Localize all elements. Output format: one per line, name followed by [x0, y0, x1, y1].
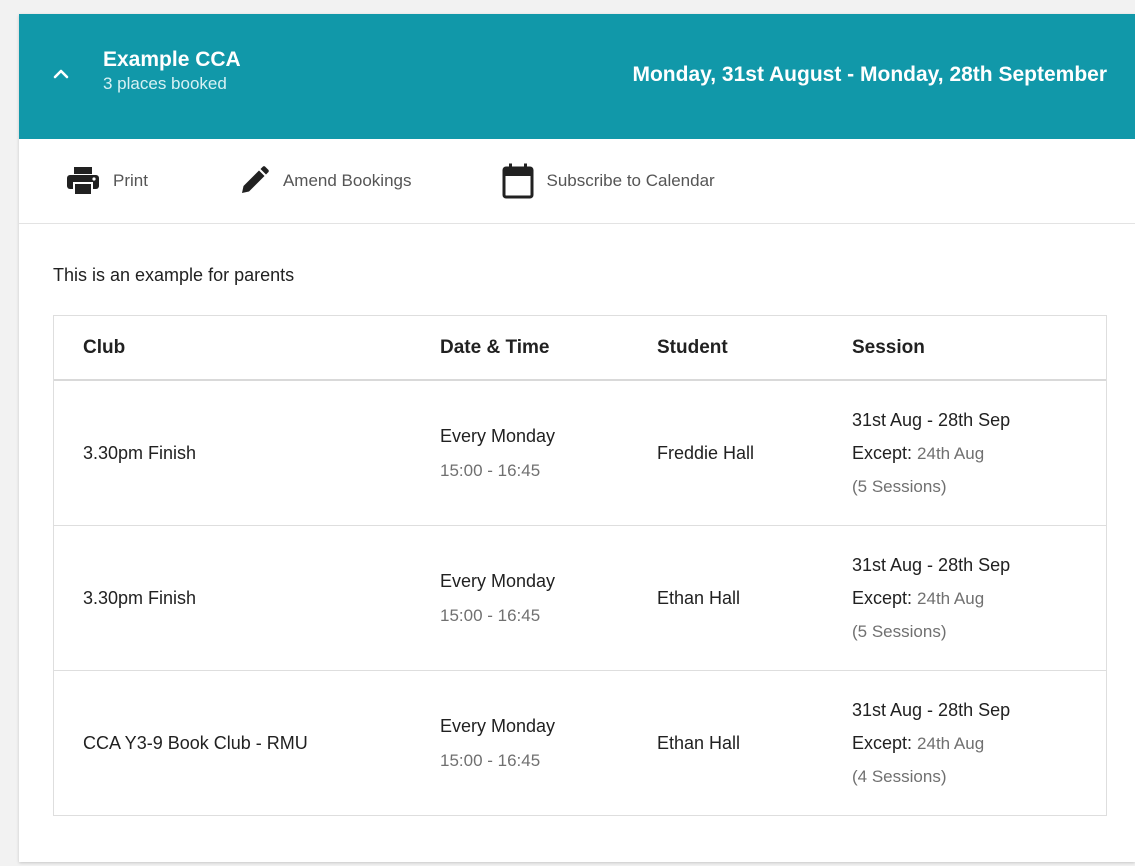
booking-description: This is an example for parents: [53, 265, 295, 285]
session-except: Except: 24th Aug: [852, 727, 1106, 760]
printer-icon: [67, 167, 99, 196]
schedule-day: Every Monday: [440, 570, 556, 591]
booking-card: Example CCA 3 places booked Monday, 31st…: [19, 14, 1135, 862]
student-cell: Ethan Hall: [628, 525, 823, 671]
print-label: Print: [113, 171, 148, 190]
booking-title: Example CCA: [103, 48, 241, 71]
session-count: (5 Sessions): [852, 476, 947, 496]
table-row: 3.30pm Finish Every Monday 15:00 - 16:45…: [54, 525, 1106, 671]
calendar-icon: [502, 163, 533, 199]
session-cell: 31st Aug - 28th Sep Except: 24th Aug (5 …: [823, 380, 1106, 526]
club-cell: CCA Y3-9 Book Club - RMU: [83, 732, 308, 753]
places-booked-count: 3 places booked: [103, 74, 227, 93]
session-cell: 31st Aug - 28th Sep Except: 24th Aug (4 …: [823, 671, 1106, 816]
column-header-date-time: Date & Time: [411, 316, 628, 381]
schedule-time: 15:00 - 16:45: [440, 460, 541, 480]
booking-title-block: Example CCA 3 places booked: [103, 47, 241, 95]
column-header-session: Session: [823, 316, 1106, 381]
chevron-up-icon[interactable]: [49, 62, 73, 86]
table-row: 3.30pm Finish Every Monday 15:00 - 16:45…: [54, 380, 1106, 526]
except-value: 24th Aug: [917, 588, 985, 608]
date-time-cell: Every Monday 15:00 - 16:45: [411, 380, 628, 526]
schedule-time: 15:00 - 16:45: [440, 750, 541, 770]
bookings-table: Club Date & Time Student Session 3.30pm …: [53, 315, 1107, 816]
except-value: 24th Aug: [917, 443, 985, 463]
subscribe-calendar-button[interactable]: Subscribe to Calendar: [502, 163, 715, 199]
session-count: (5 Sessions): [852, 621, 947, 641]
except-label: Except:: [852, 587, 913, 608]
print-button[interactable]: Print: [66, 166, 148, 196]
student-cell: Freddie Hall: [628, 380, 823, 526]
amend-bookings-button[interactable]: Amend Bookings: [238, 165, 412, 197]
schedule-time: 15:00 - 16:45: [440, 605, 541, 625]
session-count: (4 Sessions): [852, 766, 947, 786]
date-time-cell: Every Monday 15:00 - 16:45: [411, 525, 628, 671]
table-header-row: Club Date & Time Student Session: [54, 316, 1106, 381]
except-value: 24th Aug: [917, 733, 985, 753]
pencil-icon: [241, 166, 269, 193]
club-cell: 3.30pm Finish: [54, 525, 411, 671]
student-cell: Ethan Hall: [657, 732, 741, 753]
schedule-day: Every Monday: [440, 425, 556, 446]
session-except: Except: 24th Aug: [852, 437, 1106, 470]
except-label: Except:: [852, 442, 913, 463]
club-cell: 3.30pm Finish: [54, 380, 411, 526]
amend-bookings-label: Amend Bookings: [282, 171, 412, 190]
subscribe-calendar-label: Subscribe to Calendar: [546, 171, 715, 190]
column-header-club: Club: [54, 316, 411, 381]
date-time-cell: Every Monday 15:00 - 16:45: [411, 671, 628, 816]
booking-date-range: Monday, 31st August - Monday, 28th Septe…: [632, 63, 1107, 86]
except-label: Except:: [852, 732, 913, 753]
column-header-student: Student: [628, 316, 823, 381]
table-row: CCA Y3-9 Book Club - RMU Every Monday 15…: [54, 671, 1106, 816]
session-range: 31st Aug - 28th Sep: [852, 554, 1011, 575]
schedule-day: Every Monday: [440, 715, 556, 736]
session-range: 31st Aug - 28th Sep: [852, 699, 1011, 720]
booking-header[interactable]: Example CCA 3 places booked Monday, 31st…: [19, 14, 1135, 139]
session-cell: 31st Aug - 28th Sep Except: 24th Aug (5 …: [823, 525, 1106, 671]
session-except: Except: 24th Aug: [852, 582, 1106, 615]
toolbar: Print Amend Bookings Subscribe to Calend…: [19, 139, 1135, 224]
session-range: 31st Aug - 28th Sep: [852, 409, 1011, 430]
